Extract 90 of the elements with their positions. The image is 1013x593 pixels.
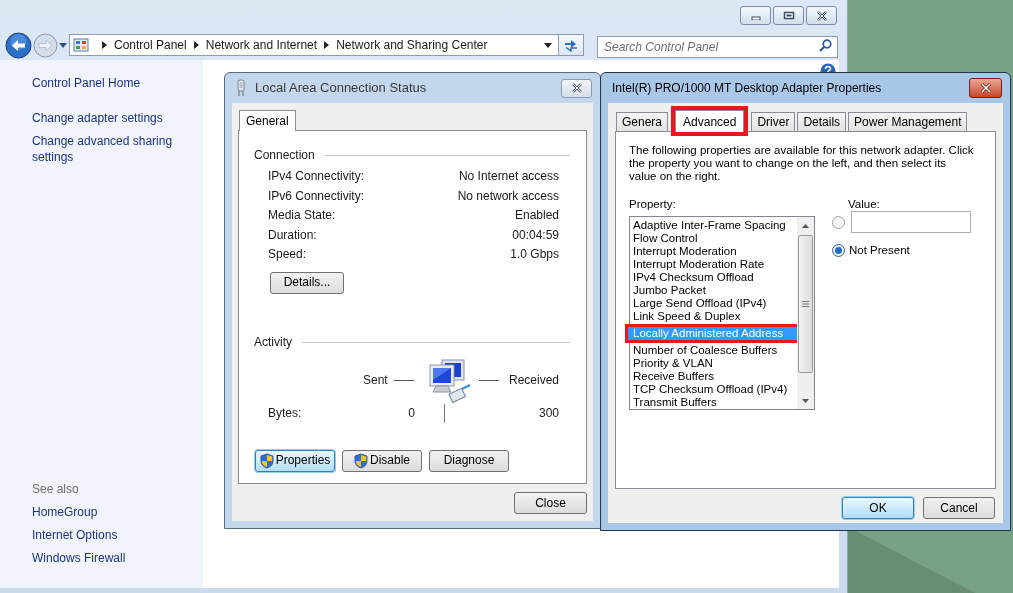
tab[interactable]: Genera <box>616 112 669 131</box>
search-icon <box>819 39 832 52</box>
address-bar[interactable]: Control Panel Network and Internet Network and Sharing Center <box>69 34 559 56</box>
refresh-button[interactable] <box>559 34 584 56</box>
scroll-up-icon <box>802 223 809 228</box>
field-label: Speed: <box>268 247 307 263</box>
sidebar-link[interactable]: Windows Firewall <box>32 550 203 566</box>
refresh-arrows-icon <box>563 38 579 52</box>
field-value: No Internet access <box>458 169 559 185</box>
field-value: Enabled <box>514 208 559 224</box>
field-label: Media State: <box>268 208 336 224</box>
tab[interactable]: Details <box>797 112 847 131</box>
list-item[interactable]: Jumbo Packet <box>630 284 797 297</box>
group-heading: Activity <box>254 334 292 350</box>
chevron-icon <box>193 41 199 49</box>
group-heading: Connection <box>254 148 315 163</box>
maximize-button[interactable] <box>773 6 804 25</box>
close-button[interactable] <box>969 78 1002 98</box>
list-item[interactable]: Link Speed & Duplex <box>630 310 797 323</box>
control-panel-icon <box>73 37 89 53</box>
field-label: Duration: <box>268 227 317 243</box>
property-label: Property: <box>629 198 677 211</box>
network-adapter-icon <box>236 79 246 97</box>
chevron-icon <box>102 41 107 49</box>
dialog-button[interactable]: Cancel <box>923 497 995 519</box>
action-button[interactable]: Disable <box>342 449 422 472</box>
see-also-heading: See also <box>32 481 80 497</box>
sidebar-link[interactable]: Change adapter settings <box>32 110 177 126</box>
caret-icon <box>544 42 552 48</box>
tab[interactable]: General <box>239 110 296 131</box>
list-item[interactable]: IPv4 Checksum Offload <box>630 271 797 284</box>
window-title: Intel(R) PRO/1000 MT Desktop Adapter Properties <box>612 80 882 97</box>
sidebar-link[interactable]: Internet Options <box>32 527 203 543</box>
close-button[interactable] <box>806 6 837 25</box>
list-item[interactable]: Large Send Offload (IPv4) <box>630 297 797 310</box>
field-label: IPv6 Connectivity: <box>268 188 365 204</box>
value-label: Value: <box>848 198 881 211</box>
scrollbar[interactable] <box>797 217 814 409</box>
field-label: IPv4 Connectivity: <box>268 169 365 185</box>
list-item[interactable]: TCP Checksum Offload (IPv4) <box>630 383 797 396</box>
action-button[interactable]: Properties <box>255 449 335 472</box>
field-value: 1.0 Gbps <box>510 247 559 263</box>
close-button[interactable]: Close <box>514 492 587 514</box>
sidebar-link[interactable]: Control Panel Home <box>32 75 177 91</box>
action-button[interactable]: Diagnose <box>429 449 509 472</box>
list-item[interactable]: Priority & VLAN <box>630 357 797 370</box>
received-label: Received <box>508 373 559 388</box>
scroll-thumb[interactable] <box>798 235 813 373</box>
sent-label: Sent <box>363 373 388 388</box>
list-item[interactable]: Interrupt Moderation Rate <box>630 258 797 271</box>
dialog-button[interactable]: OK <box>842 497 914 519</box>
network-computers-icon <box>427 357 472 404</box>
bytes-sent-value: 0 <box>408 406 415 421</box>
value-field[interactable] <box>851 211 971 233</box>
list-item[interactable]: Flow Control <box>630 232 797 245</box>
field-value: No network access <box>457 188 559 204</box>
sidebar-link[interactable]: HomeGroup <box>32 504 203 520</box>
grip-icon <box>802 301 809 307</box>
bytes-label: Bytes: <box>268 406 302 421</box>
radio-label: Not Present <box>849 244 910 257</box>
breadcrumb-item[interactable]: Control Panel <box>114 36 187 54</box>
window-title: Local Area Connection Status <box>255 79 427 98</box>
bytes-received-value: 300 <box>538 406 559 421</box>
radio-button[interactable] <box>832 215 845 229</box>
list-item[interactable]: Transmit Buffers <box>630 396 797 409</box>
list-item[interactable]: Adaptive Inter-Frame Spacing <box>630 219 797 232</box>
chevron-icon <box>324 41 330 49</box>
tab[interactable]: Driver <box>751 112 796 131</box>
back-button[interactable] <box>5 31 32 59</box>
close-icon <box>815 10 828 21</box>
breadcrumb-item[interactable]: Network and Internet <box>205 36 318 54</box>
close-button[interactable] <box>561 78 592 98</box>
shield-icon <box>354 452 368 469</box>
list-item[interactable]: Interrupt Moderation <box>630 245 797 258</box>
search-field[interactable]: Search Control Panel <box>597 36 838 58</box>
list-item[interactable]: Receive Buffers <box>630 370 797 383</box>
radio-button[interactable] <box>832 244 845 257</box>
breadcrumb-item[interactable]: Network and Sharing Center <box>336 36 488 54</box>
caret-icon <box>59 42 67 48</box>
shield-icon <box>259 452 274 469</box>
field-value: 00:04:59 <box>512 227 559 243</box>
tab[interactable]: Power Management <box>848 112 968 131</box>
sidebar-link[interactable]: Change advanced sharing settings <box>32 133 177 165</box>
list-item[interactable]: Number of Coalesce Buffers <box>630 344 797 357</box>
close-icon <box>570 83 583 93</box>
maximize-icon <box>782 11 795 20</box>
description-text: The following properties are available for this network adapter. Click the property you want to change on the left, and then select its value on the right. <box>629 144 974 183</box>
close-icon <box>979 83 992 93</box>
details-button[interactable]: Details... <box>270 271 344 294</box>
scroll-down-icon <box>802 398 809 403</box>
